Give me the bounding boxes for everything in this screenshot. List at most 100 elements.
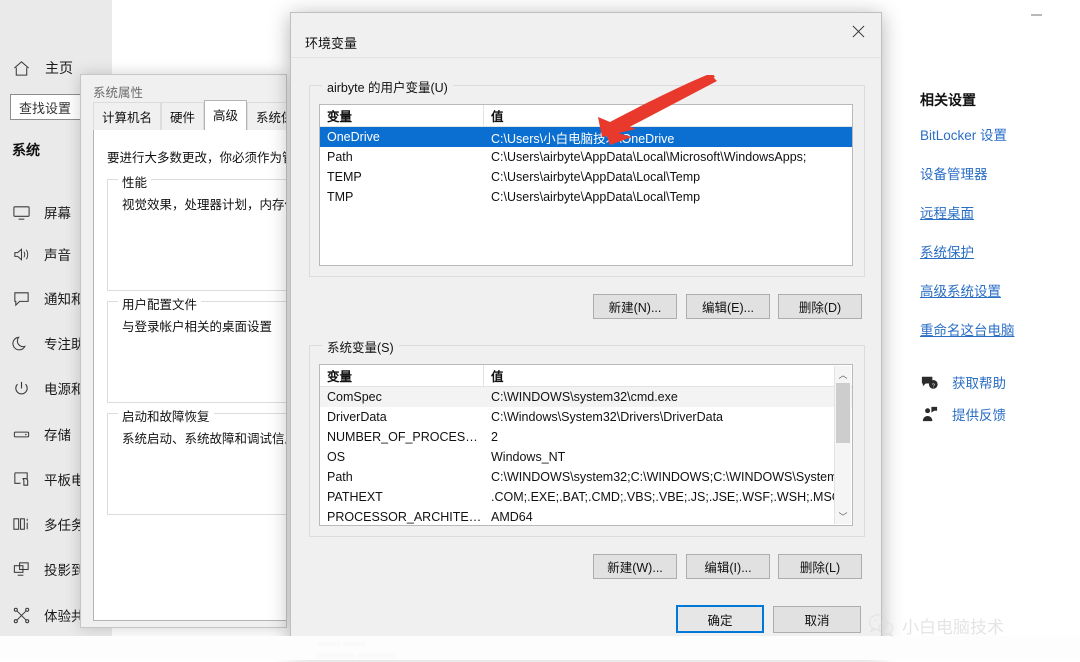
power-icon: [12, 379, 31, 398]
background-window-strip: ······ ······ ·········· ··········: [0, 636, 1080, 662]
scroll-down-icon[interactable]: ﹀: [835, 508, 851, 524]
ok-button[interactable]: 确定: [676, 605, 764, 633]
new-user-variable-button[interactable]: 新建(N)...: [593, 294, 677, 319]
tab-system-protection[interactable]: 系统保护: [247, 102, 286, 131]
cell-variable: OS: [327, 450, 346, 464]
column-header-variable: 变量: [327, 370, 353, 384]
sidebar-item-home[interactable]: 主页: [12, 58, 73, 78]
link-remote-desktop[interactable]: 远程桌面: [920, 202, 1080, 222]
cell-value: C:\Users\airbyte\AppData\Local\Temp: [491, 170, 701, 184]
table-row[interactable]: Path C:\Users\airbyte\AppData\Local\Micr…: [320, 147, 852, 167]
table-row[interactable]: OS Windows_NT: [320, 447, 852, 467]
watermark-text: 小白电脑技术: [902, 617, 1004, 637]
search-placeholder-text: 查找设置: [19, 100, 72, 116]
admin-note: 要进行大多数更改，你必须作为管理: [107, 151, 286, 165]
cell-value: C:\Windows\System32\Drivers\DriverData: [491, 410, 723, 424]
sidebar-label: 平板电: [44, 473, 85, 488]
cell-value: AMD64: [491, 510, 533, 524]
share-icon: [12, 606, 31, 625]
cancel-button[interactable]: 取消: [773, 606, 861, 633]
startup-recovery-group-text: 系统启动、系统故障和调试信息: [122, 432, 287, 446]
table-row[interactable]: TEMP C:\Users\airbyte\AppData\Local\Temp: [320, 167, 852, 187]
sidebar-label: 多任务: [44, 518, 85, 533]
cell-variable: DriverData: [327, 410, 387, 424]
tab-advanced[interactable]: 高级: [204, 100, 248, 131]
cell-variable: PROCESSOR_ARCHITECT...: [327, 510, 484, 524]
notification-icon: [12, 289, 31, 308]
env-dialog-titlebar: 环境变量: [291, 13, 881, 57]
help-bubble-icon: ?: [920, 373, 939, 392]
related-settings-title: 相关设置: [920, 92, 976, 108]
svg-text:?: ?: [932, 383, 935, 389]
cell-value: Windows_NT: [491, 450, 566, 464]
delete-system-variable-button[interactable]: 删除(L): [778, 554, 862, 579]
table-row[interactable]: ComSpec C:\WINDOWS\system32\cmd.exe: [320, 387, 852, 407]
related-settings-panel: 相关设置 BitLocker 设置 设备管理器 远程桌面 系统保护 高级系统设置…: [920, 90, 1080, 358]
sidebar-label: 声音: [44, 248, 71, 263]
link-rename-this-pc[interactable]: 重命名这台电脑: [920, 319, 1080, 339]
cell-value: 2: [491, 430, 498, 444]
table-row[interactable]: NUMBER_OF_PROCESSORS 2: [320, 427, 852, 447]
cell-value: C:\Users\airbyte\AppData\Local\Temp: [491, 190, 701, 204]
performance-group-label: 性能: [118, 172, 152, 191]
sidebar-label: 电源和: [44, 382, 85, 397]
table-row[interactable]: OneDrive C:\Users\小白电脑技术\OneDrive: [320, 127, 852, 147]
close-icon[interactable]: [835, 13, 881, 49]
table-row[interactable]: DriverData C:\Windows\System32\Drivers\D…: [320, 407, 852, 427]
table-row[interactable]: Path C:\WINDOWS\system32;C:\WINDOWS;C:\W…: [320, 467, 852, 487]
system-variables-scrollbar[interactable]: ︿ ﹀: [834, 366, 851, 524]
sidebar-label: 体验共: [44, 609, 85, 624]
edit-system-variable-button[interactable]: 编辑(I)...: [686, 554, 770, 579]
table-row[interactable]: PATHEXT .COM;.EXE;.BAT;.CMD;.VBS;.VBE;.J…: [320, 487, 852, 507]
cell-variable: Path: [327, 150, 353, 164]
edit-user-variable-button[interactable]: 编辑(E)...: [686, 294, 770, 319]
cell-value: C:\Users\airbyte\AppData\Local\Microsoft…: [491, 150, 807, 164]
cell-variable: TEMP: [327, 170, 362, 184]
scroll-up-icon[interactable]: ︿: [835, 366, 851, 382]
sidebar-label: 投影到: [44, 563, 85, 578]
minimize-button[interactable]: [1031, 14, 1042, 16]
link-advanced-system-settings[interactable]: 高级系统设置: [920, 280, 1080, 300]
multitask-icon: [12, 515, 31, 534]
column-header-variable: 变量: [327, 110, 353, 124]
sidebar-label: 屏幕: [44, 206, 71, 221]
user-profiles-group: 用户配置文件 与登录帐户相关的桌面设置: [107, 294, 286, 403]
new-system-variable-button[interactable]: 新建(W)...: [593, 554, 677, 579]
delete-user-variable-button[interactable]: 删除(D): [778, 294, 862, 319]
table-header-row: 变量 值: [320, 105, 852, 127]
table-row[interactable]: PROCESSOR_ARCHITECT... AMD64: [320, 507, 852, 525]
table-row[interactable]: TMP C:\Users\airbyte\AppData\Local\Temp: [320, 187, 852, 207]
env-dialog-title: 环境变量: [305, 36, 358, 51]
moon-icon: [12, 334, 31, 353]
cell-value: C:\WINDOWS\system32;C:\WINDOWS;C:\WINDOW…: [491, 470, 848, 484]
get-help-row[interactable]: ? 获取帮助: [920, 372, 1006, 392]
tab-hardware[interactable]: 硬件: [161, 102, 205, 131]
speaker-icon: [12, 245, 31, 264]
system-properties-dialog: 系统属性 计算机名 硬件 高级 系统保护 要进行大多数更改，你必须作为管理 性能…: [80, 74, 287, 628]
cell-variable: NUMBER_OF_PROCESSORS: [327, 430, 484, 444]
link-device-manager[interactable]: 设备管理器: [920, 163, 1080, 183]
link-system-protection[interactable]: 系统保护: [920, 241, 1080, 261]
system-properties-tabs: 计算机名 硬件 高级 系统保护: [93, 100, 286, 131]
give-feedback-row[interactable]: 提供反馈: [920, 404, 1006, 424]
sidebar-item-home-label: 主页: [45, 60, 73, 76]
user-variables-group-label: airbyte 的用户变量(U): [322, 77, 453, 96]
cell-variable: ComSpec: [327, 390, 382, 404]
blurred-text: ······ ······: [318, 638, 366, 650]
user-variables-table[interactable]: 变量 值 OneDrive C:\Users\小白电脑技术\OneDrive P…: [319, 104, 853, 266]
scrollbar-thumb[interactable]: [836, 383, 850, 443]
environment-variables-dialog: 环境变量 airbyte 的用户变量(U) 变量 值 OneDrive C:\U…: [290, 12, 882, 652]
cell-value: C:\WINDOWS\system32\cmd.exe: [491, 390, 678, 404]
blurred-text: ·········· ··········: [318, 650, 395, 662]
storage-icon: [12, 425, 31, 444]
tab-computer-name[interactable]: 计算机名: [93, 102, 162, 131]
system-variables-table[interactable]: 变量 值 ComSpec C:\WINDOWS\system32\cmd.exe…: [319, 364, 853, 526]
user-profiles-group-text: 与登录帐户相关的桌面设置: [122, 320, 273, 334]
get-help-label: 获取帮助: [952, 376, 1006, 391]
give-feedback-label: 提供反馈: [952, 408, 1006, 423]
link-bitlocker-settings[interactable]: BitLocker 设置: [920, 124, 1080, 144]
cell-value: C:\Users\小白电脑技术\OneDrive: [491, 131, 675, 146]
sidebar-label: 专注助: [44, 337, 85, 352]
column-header-value: 值: [491, 110, 504, 124]
startup-recovery-group: 启动和故障恢复 系统启动、系统故障和调试信息: [107, 406, 287, 515]
